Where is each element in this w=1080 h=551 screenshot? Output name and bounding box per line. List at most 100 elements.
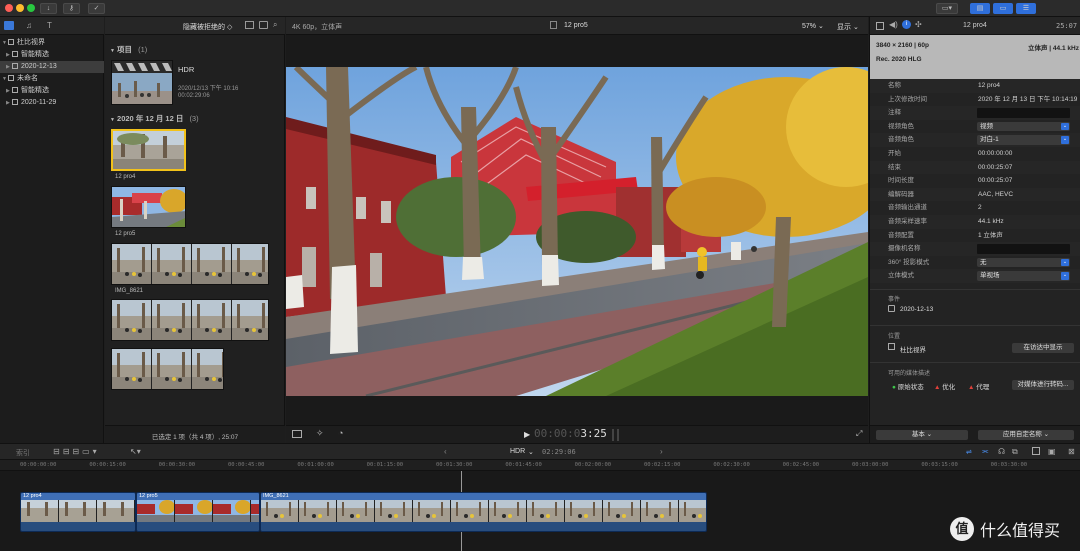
info-inspector-tab[interactable]: i: [902, 20, 911, 29]
minimize-window-button[interactable]: [16, 4, 24, 12]
video-frame[interactable]: [286, 67, 868, 396]
zoom-dropdown[interactable]: 57% ⌄: [802, 22, 824, 30]
sidebar-item[interactable]: ▶ 智能精选: [0, 85, 104, 97]
color-space-summary: Rec. 2020 HLG: [876, 56, 922, 63]
chevron-down-icon: ⌄: [1061, 272, 1069, 280]
show-inspector-toggle[interactable]: ☰: [1016, 3, 1036, 14]
show-browser-toggle[interactable]: ▤: [970, 3, 990, 14]
forward-button[interactable]: ›: [660, 447, 663, 456]
video-inspector-tab[interactable]: [876, 22, 884, 30]
projects-section-header[interactable]: ▼ 项目 (1): [110, 44, 147, 55]
index-button[interactable]: 索引: [16, 448, 30, 458]
timeline-clip-12-pro4[interactable]: 12 pro4: [20, 492, 136, 532]
title-icon: T: [47, 21, 52, 30]
timeline-clip-12-pro5[interactable]: 12 pro5: [136, 492, 260, 532]
project-menu[interactable]: ⌄: [528, 448, 534, 456]
transitions-browser-button[interactable]: ⊠: [1068, 447, 1075, 456]
search-button[interactable]: ⌕: [273, 20, 277, 30]
effects-browser-button[interactable]: ▣: [1048, 447, 1056, 456]
snapping-button[interactable]: ⧉: [1012, 447, 1018, 457]
metadata-view-dropdown[interactable]: 基本 ⌄: [876, 430, 968, 440]
sidebar-item[interactable]: ▶ 2020-12-13: [0, 61, 104, 73]
rejected-filter-dropdown[interactable]: 隐藏被拒绝的 ◇: [183, 22, 232, 32]
background-tasks-button[interactable]: ✓: [88, 3, 105, 14]
enhance-button[interactable]: ✧: [316, 428, 324, 439]
retime-button[interactable]: ◔: [338, 428, 343, 438]
timecode-display[interactable]: 00:00:03:25: [534, 427, 607, 440]
workspace-icon: ▭▾: [941, 5, 953, 12]
property-popup[interactable]: 单视场 ⌄: [977, 271, 1070, 281]
clip-thumbnail-4[interactable]: [111, 299, 269, 341]
ruler-tick-label: 00:01:00:00: [297, 462, 334, 468]
timeline-project-duration: 02:29:06: [542, 448, 576, 456]
property-value[interactable]: 00:00:25:07: [978, 174, 1012, 188]
timeline-clip-filmstrip: [261, 500, 706, 522]
property-popup[interactable]: 对白-1 ⌄: [977, 135, 1070, 145]
property-value[interactable]: 44.1 kHz: [978, 215, 1004, 229]
popup-value: 无: [980, 258, 987, 266]
ruler-tick-label: 00:01:15:00: [366, 462, 404, 468]
photos-audio-tab[interactable]: ♫: [26, 21, 32, 30]
sidebar-item-label: 杜比视界: [17, 39, 45, 46]
edit-buttons[interactable]: ⊟⊟⊟▭▾: [53, 447, 100, 456]
solo-button[interactable]: ☊: [998, 447, 1005, 456]
property-value[interactable]: 2: [978, 201, 982, 215]
property-value[interactable]: 00:00:00:00: [978, 147, 1012, 161]
titles-generators-tab[interactable]: T: [47, 21, 52, 30]
skimming-toggle[interactable]: ⫘: [982, 448, 988, 456]
timeline-project-name: HDR: [510, 448, 526, 455]
library-icon: [8, 39, 14, 45]
transcode-media-button[interactable]: 对媒体进行转码...: [1012, 380, 1074, 390]
zoom-window-button[interactable]: [27, 4, 35, 12]
display-dropdown[interactable]: 显示 ⌄: [837, 22, 859, 32]
clip-thumbnail-12-pro5[interactable]: [111, 186, 186, 228]
back-button[interactable]: ‹: [444, 447, 447, 456]
property-text-field[interactable]: [977, 244, 1070, 254]
sidebar-item[interactable]: ▼ 杜比视界: [0, 37, 104, 49]
import-button[interactable]: ↓: [40, 3, 57, 14]
event-date-section-header[interactable]: ▼ 2020 年 12 月 12 日 (3): [110, 113, 199, 124]
location-value: 杜比视界: [900, 347, 926, 354]
property-value[interactable]: 12 pro4: [978, 79, 1000, 93]
workspace-button[interactable]: ▭▾: [936, 3, 958, 14]
timeline-ruler[interactable]: 00:00:00:00 00:00:15:00 00:00:30:00 00:00:4…: [0, 460, 1080, 471]
property-popup[interactable]: 无 ⌄: [977, 257, 1070, 268]
chevron-down-icon: ⌄: [1061, 122, 1069, 131]
share-inspector-tab[interactable]: ✣: [915, 20, 922, 29]
list-view-button[interactable]: [259, 21, 268, 29]
audio-inspector-tab[interactable]: ◀): [889, 20, 898, 29]
timeline-clip-img-8621[interactable]: IMG_8621: [260, 492, 707, 532]
show-timeline-toggle[interactable]: ▭: [993, 3, 1013, 14]
viewer: 4K 60p，立体声 12 pro5 57% ⌄ 显示 ⌄ ✧ ◔ ▶ 00:0…: [286, 17, 868, 443]
close-window-button[interactable]: [5, 4, 13, 12]
property-label: 音频角色: [888, 136, 914, 144]
audio-waveform: [137, 522, 259, 531]
property-popup[interactable]: 视频 ⌄: [977, 121, 1070, 132]
property-label: 摄像机名称: [888, 245, 921, 253]
timeline-tracks[interactable]: 12 pro4 12 pro5 IMG_8621: [0, 471, 1080, 551]
fullscreen-button[interactable]: ⤢: [856, 429, 862, 439]
audio-skimming-toggle[interactable]: ⇌: [966, 448, 972, 456]
play-button[interactable]: ▶: [524, 430, 530, 439]
libraries-tab[interactable]: [4, 21, 14, 30]
clip-thumbnail-img-8621[interactable]: [111, 243, 269, 285]
select-tool-dropdown[interactable]: ↖▾: [130, 447, 141, 456]
show-in-finder-button[interactable]: 在访达中显示: [1012, 343, 1074, 353]
keywords-button[interactable]: ⚷: [63, 3, 80, 14]
sidebar-item[interactable]: ▼ 未命名: [0, 73, 104, 85]
property-text-field[interactable]: [977, 108, 1070, 118]
sidebar-item[interactable]: ▶ 智能精选: [0, 49, 104, 61]
transform-tool-button[interactable]: [292, 430, 302, 438]
info-icon: i: [905, 21, 908, 27]
clip-appearance-button[interactable]: [245, 21, 254, 29]
apply-custom-name-dropdown[interactable]: 应用自定名称 ⌄: [978, 430, 1074, 440]
sidebar-item[interactable]: ▶ 2020-11-29: [0, 97, 104, 109]
property-value[interactable]: 1 立体声: [978, 229, 1003, 243]
property-value[interactable]: 00:00:25:07: [978, 161, 1012, 175]
project-thumbnail[interactable]: [111, 60, 173, 105]
property-value[interactable]: AAC, HEVC: [978, 188, 1013, 202]
clip-appearance-button[interactable]: [1032, 447, 1040, 455]
clip-thumbnail-12-pro4[interactable]: [111, 129, 186, 171]
clip-thumbnail-5[interactable]: [111, 348, 224, 390]
property-value[interactable]: 2020 年 12 月 13 日 下午 10:14:19: [978, 93, 1077, 107]
